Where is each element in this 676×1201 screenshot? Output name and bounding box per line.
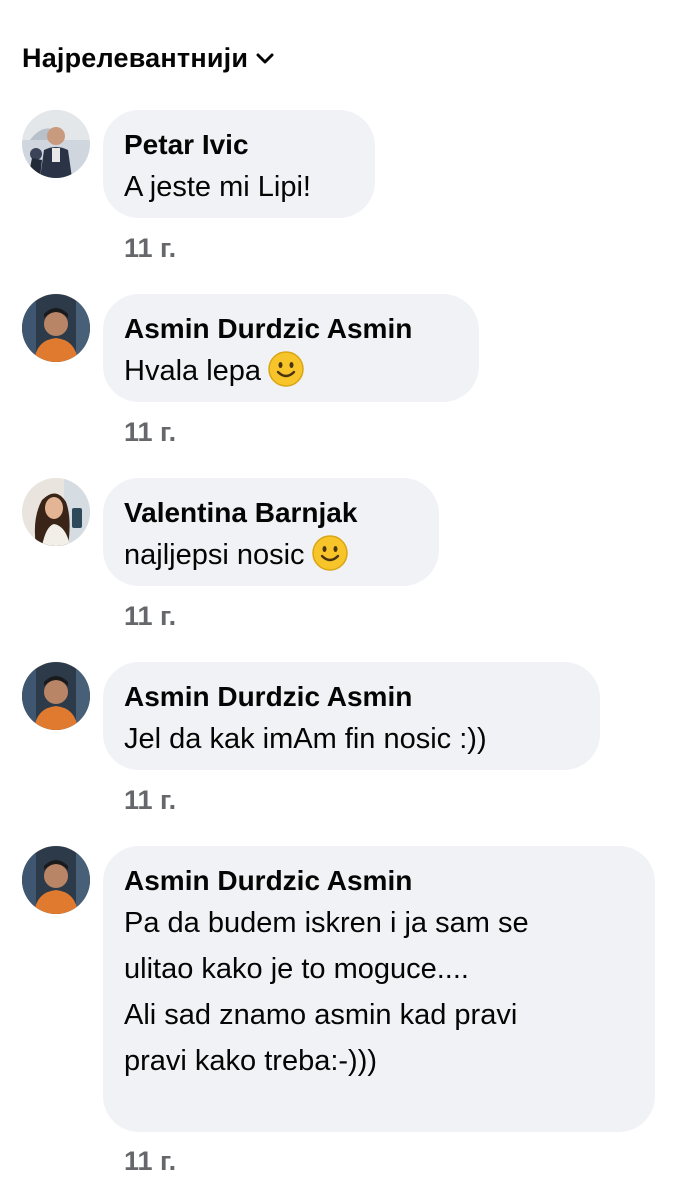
avatar[interactable] — [22, 110, 90, 178]
comment-bubble: Asmin Durdzic Asmin Pa da budem iskren i… — [103, 846, 655, 1132]
comment-text: Pa da budem iskren i ja sam se ulitao ka… — [124, 900, 633, 1084]
comment-timestamp[interactable]: 11 г. — [124, 601, 176, 632]
comment-author[interactable]: Asmin Durdzic Asmin — [124, 862, 633, 900]
comment-text: Hvala lepa — [124, 348, 457, 394]
comment-bubble: Valentina Barnjak najljepsi nosic — [103, 478, 439, 586]
comment-author[interactable]: Valentina Barnjak — [124, 494, 417, 532]
comment-timestamp[interactable]: 11 г. — [124, 417, 176, 448]
comment-timestamp[interactable]: 11 г. — [124, 1146, 176, 1177]
comment-bubble: Asmin Durdzic Asmin Jel da kak imAm fin … — [103, 662, 600, 770]
avatar[interactable] — [22, 478, 90, 546]
comment-text-content: najljepsi nosic — [124, 539, 305, 571]
comment-author[interactable]: Asmin Durdzic Asmin — [124, 310, 457, 348]
comment-text-content: Jel da kak imAm fin nosic :)) — [124, 723, 487, 755]
comment-text: Jel da kak imAm fin nosic :)) — [124, 716, 578, 762]
avatar[interactable] — [22, 294, 90, 362]
comment-author[interactable]: Asmin Durdzic Asmin — [124, 678, 578, 716]
comment-timestamp[interactable]: 11 г. — [124, 233, 176, 264]
comment-text-content: Hvala lepa — [124, 355, 262, 387]
smiley-emoji-icon — [267, 350, 305, 388]
comment-text-content: A jeste mi Lipi! — [124, 171, 311, 203]
comment-bubble: Asmin Durdzic Asmin Hvala lepa — [103, 294, 479, 402]
chevron-down-icon — [254, 48, 276, 70]
avatar[interactable] — [22, 662, 90, 730]
comment-timestamp[interactable]: 11 г. — [124, 785, 176, 816]
comment-author[interactable]: Petar Ivic — [124, 126, 353, 164]
comment-text-content: Pa da budem iskren i ja sam se ulitao ka… — [124, 907, 529, 1077]
sort-dropdown[interactable]: Најрелевантнији — [22, 36, 276, 80]
smiley-emoji-icon — [311, 534, 349, 572]
comment-bubble: Petar Ivic A jeste mi Lipi! — [103, 110, 375, 218]
comment-text: A jeste mi Lipi! — [124, 164, 353, 210]
avatar[interactable] — [22, 846, 90, 914]
comment-text: najljepsi nosic — [124, 532, 417, 578]
sort-label: Најрелевантнији — [22, 42, 249, 73]
